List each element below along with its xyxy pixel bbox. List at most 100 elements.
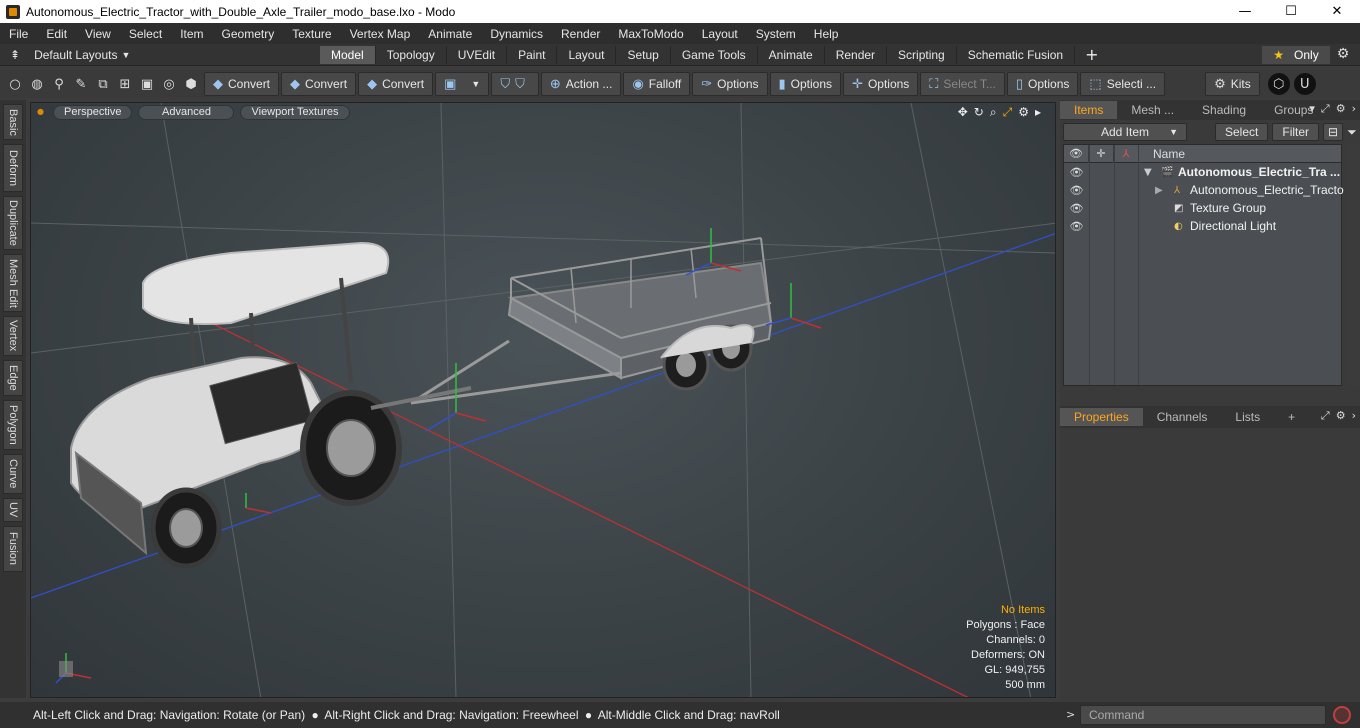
filter-button[interactable]: Filter xyxy=(1272,123,1320,141)
globe-icon[interactable]: ◍ xyxy=(26,73,48,95)
shield-icon[interactable]: ⬢ xyxy=(180,73,202,95)
tab-game-tools[interactable]: Game Tools xyxy=(671,45,758,64)
menu-select[interactable]: Select xyxy=(120,27,171,41)
tab-items[interactable]: Items xyxy=(1060,101,1118,119)
layout-collapse-icon[interactable]: ⇞ xyxy=(10,48,20,62)
maximize-button[interactable]: ☐ xyxy=(1268,0,1314,23)
left-tab-curve[interactable]: Curve xyxy=(3,454,23,494)
funnel-icon[interactable]: ⏷ xyxy=(1347,125,1357,140)
expand-arrow-icon[interactable]: ▼ xyxy=(1144,167,1152,178)
options-button-3[interactable]: ✛ Options xyxy=(843,72,919,96)
left-tab-duplicate[interactable]: Duplicate xyxy=(3,196,23,250)
list-item[interactable]: 👁 ◩ Texture Group xyxy=(1064,199,1341,217)
tab-mesh[interactable]: Mesh ... xyxy=(1117,101,1188,119)
tab-schematic-fusion[interactable]: Schematic Fusion xyxy=(957,45,1076,64)
viewport-scene[interactable] xyxy=(31,103,1056,698)
left-tab-vertex[interactable]: Vertex xyxy=(3,316,23,356)
lock-column-icon[interactable]: ✛ xyxy=(1089,144,1114,163)
type-column-icon[interactable]: ⅄ xyxy=(1114,144,1139,163)
pin-icon[interactable]: ⚲ xyxy=(48,73,70,95)
collapse-icon[interactable]: ⊟ xyxy=(1323,123,1344,141)
left-tab-fusion[interactable]: Fusion xyxy=(3,526,23,572)
fit-view-icon[interactable]: ⤢ xyxy=(1003,105,1013,120)
trailer-model[interactable] xyxy=(410,237,773,405)
3d-viewport[interactable]: ● Perspective Advanced Viewport Textures… xyxy=(30,102,1056,698)
eye-icon[interactable]: 👁 xyxy=(1064,220,1089,233)
kits-button[interactable]: ⚙ Kits xyxy=(1205,72,1260,96)
viewport-menu-dot-icon[interactable]: ● xyxy=(37,108,45,116)
gear-icon[interactable]: ⚙ xyxy=(1336,102,1346,116)
rotate-view-icon[interactable]: ↻ xyxy=(974,105,984,120)
tab-paint[interactable]: Paint xyxy=(507,45,558,64)
eye-icon[interactable]: 👁 xyxy=(1064,166,1089,179)
tab-uvedit[interactable]: UVEdit xyxy=(447,45,508,64)
menu-maxtomodo[interactable]: MaxToModo xyxy=(609,27,692,41)
convert-button-2[interactable]: ◆ Convert xyxy=(281,72,357,96)
tab-scripting[interactable]: Scripting xyxy=(887,45,957,64)
expand-arrow-icon[interactable]: ▶ xyxy=(1155,185,1163,196)
tab-setup[interactable]: Setup xyxy=(616,45,671,64)
viewport-expand-icon[interactable]: ▸ xyxy=(1035,105,1041,120)
menu-vertex-map[interactable]: Vertex Map xyxy=(341,27,420,41)
menu-layout[interactable]: Layout xyxy=(693,27,747,41)
tab-shading[interactable]: Shading xyxy=(1188,101,1260,119)
options-button-1[interactable]: ✑ Options xyxy=(692,72,768,96)
tab-animate[interactable]: Animate xyxy=(758,45,825,64)
expand-panel-icon[interactable]: ⤢ xyxy=(1321,102,1330,116)
expand-panel-icon[interactable]: ⤢ xyxy=(1321,409,1330,423)
edges-mode-icon[interactable]: ⧉ xyxy=(92,73,114,95)
menu-view[interactable]: View xyxy=(76,27,120,41)
falloff-button[interactable]: ◉ Falloff xyxy=(623,72,691,96)
eye-icon[interactable]: 👁 xyxy=(1064,202,1089,215)
menu-edit[interactable]: Edit xyxy=(37,27,76,41)
convert-button-1[interactable]: ◆ Convert xyxy=(204,72,280,96)
menu-system[interactable]: System xyxy=(747,27,805,41)
minimize-button[interactable]: — xyxy=(1222,0,1268,23)
list-item[interactable]: 👁 ▼ 🎬 Autonomous_Electric_Tra ... xyxy=(1064,163,1341,181)
layout-selector[interactable]: ⇞ Default Layouts ▼ xyxy=(0,48,320,62)
symmetry-button[interactable]: ⛉ ⛉ xyxy=(491,72,539,96)
viewport-tab-viewport-textures[interactable]: Viewport Textures xyxy=(240,104,350,120)
close-button[interactable]: ✕ xyxy=(1314,0,1360,23)
cube-dropdown-button[interactable]: ▣ ▼ xyxy=(435,72,490,96)
gear-icon[interactable]: ⚙ xyxy=(1336,409,1346,423)
viewport-settings-icon[interactable]: ⚙ xyxy=(1018,105,1029,120)
items-scrollbar[interactable] xyxy=(1346,144,1360,386)
unity-icon[interactable]: ⬡ xyxy=(1267,73,1290,95)
menu-file[interactable]: File xyxy=(0,27,37,41)
only-toggle[interactable]: ★ Only xyxy=(1262,46,1330,64)
tab-render[interactable]: Render xyxy=(825,45,888,64)
list-item[interactable]: 👁 ◐ Directional Light xyxy=(1064,217,1341,235)
viewport-tab-advanced[interactable]: Advanced xyxy=(138,104,235,120)
record-macro-icon[interactable] xyxy=(1333,706,1351,724)
visibility-column-icon[interactable]: 👁 xyxy=(1064,144,1089,163)
viewport-tab-perspective[interactable]: Perspective xyxy=(53,104,133,120)
left-tab-mesh-edit[interactable]: Mesh Edit xyxy=(3,254,23,312)
add-panel-tab-button[interactable]: + xyxy=(1274,408,1309,426)
tab-model[interactable]: Model xyxy=(320,45,376,64)
more-icon[interactable]: › xyxy=(1352,102,1356,116)
add-tab-button[interactable]: + xyxy=(1075,45,1108,64)
tab-layout[interactable]: Layout xyxy=(557,45,617,64)
gear-icon[interactable]: ⚙ xyxy=(1334,46,1352,64)
items-mode-icon[interactable]: ◎ xyxy=(158,73,180,95)
menu-dynamics[interactable]: Dynamics xyxy=(481,27,552,41)
options-button-2[interactable]: ▮ Options xyxy=(769,72,842,96)
left-tab-edge[interactable]: Edge xyxy=(3,360,23,396)
left-tab-polygon[interactable]: Polygon xyxy=(3,400,23,450)
left-tab-uv[interactable]: UV xyxy=(3,498,23,522)
materials-mode-icon[interactable]: ▣ xyxy=(136,73,158,95)
tab-properties[interactable]: Properties xyxy=(1060,408,1143,426)
add-item-button[interactable]: Add Item ▼ xyxy=(1063,123,1187,141)
menu-texture[interactable]: Texture xyxy=(283,27,340,41)
more-icon[interactable]: › xyxy=(1352,409,1356,423)
left-tab-deform[interactable]: Deform xyxy=(3,144,23,192)
tab-lists[interactable]: Lists xyxy=(1221,408,1274,426)
menu-help[interactable]: Help xyxy=(805,27,848,41)
action-center-button[interactable]: ⊕ Action ... xyxy=(540,72,622,96)
selection-button[interactable]: ⬚ Selecti ... xyxy=(1080,72,1166,96)
chevron-down-icon[interactable]: ▾ xyxy=(1309,102,1315,116)
move-view-icon[interactable]: ✥ xyxy=(958,105,968,120)
polygons-mode-icon[interactable]: ⊞ xyxy=(114,73,136,95)
left-tab-basic[interactable]: Basic xyxy=(3,104,23,140)
